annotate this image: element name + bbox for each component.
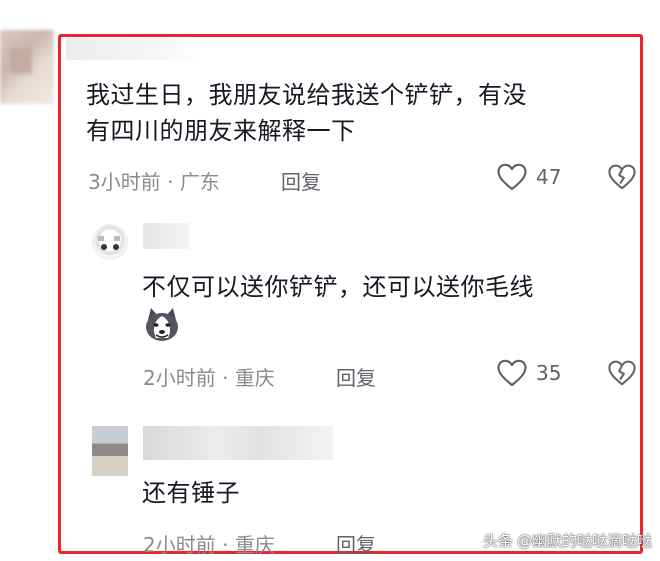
reply2-location: 重庆: [234, 533, 275, 557]
reply2-text: 还有锤子: [142, 479, 240, 507]
top-comment-meta: 3小时前 · 广东: [88, 166, 220, 195]
reply1-text: 不仅可以送你铲铲，还可以送你毛线: [142, 273, 534, 301]
reply2-reply-button[interactable]: 回复: [336, 529, 376, 558]
watermark-handle: @幽默的哒哒滴哒哒: [516, 532, 652, 550]
reply1-like-count: 35: [536, 361, 562, 385]
reply1-reply-button[interactable]: 回复: [336, 362, 376, 391]
top-comment-reply-button[interactable]: 回复: [281, 166, 321, 195]
reply1-location: 重庆: [234, 366, 275, 390]
top-comment-time: 3小时前: [88, 170, 161, 194]
top-comment-location: 广东: [179, 170, 220, 194]
reply2-name-pixelated: [143, 426, 333, 460]
top-comment-like-button[interactable]: 47: [496, 162, 561, 192]
reply1-avatar-icon: [98, 236, 120, 250]
dislike-broken-heart-icon[interactable]: [607, 359, 637, 387]
top-comment-line-2: 有四川的朋友来解释一下: [86, 117, 356, 145]
meta-dot: ·: [222, 533, 229, 557]
husky-dog-emoji-icon: [142, 306, 182, 344]
commenter-avatar-pixelated[interactable]: [0, 30, 54, 104]
reply1-name-pixelated: [143, 223, 189, 249]
toutiao-watermark: 头条 @幽默的哒哒滴哒哒: [483, 530, 652, 551]
reply2-time: 2小时前: [143, 533, 216, 557]
meta-dot: ·: [167, 170, 174, 194]
reply1-time: 2小时前: [143, 366, 216, 390]
heart-icon: [496, 162, 528, 192]
watermark-prefix: 头条: [482, 532, 513, 550]
heart-icon: [496, 358, 528, 388]
meta-dot: ·: [222, 366, 229, 390]
reply1-like-button[interactable]: 35: [496, 358, 561, 388]
reply2-meta: 2小时前 · 重庆: [143, 529, 275, 558]
reply2-avatar-pixelated[interactable]: [92, 426, 128, 476]
reply1-meta: 2小时前 · 重庆: [143, 362, 275, 391]
top-comment-like-count: 47: [536, 165, 562, 189]
dislike-broken-heart-icon[interactable]: [607, 163, 637, 191]
reply1-avatar[interactable]: [92, 224, 128, 260]
